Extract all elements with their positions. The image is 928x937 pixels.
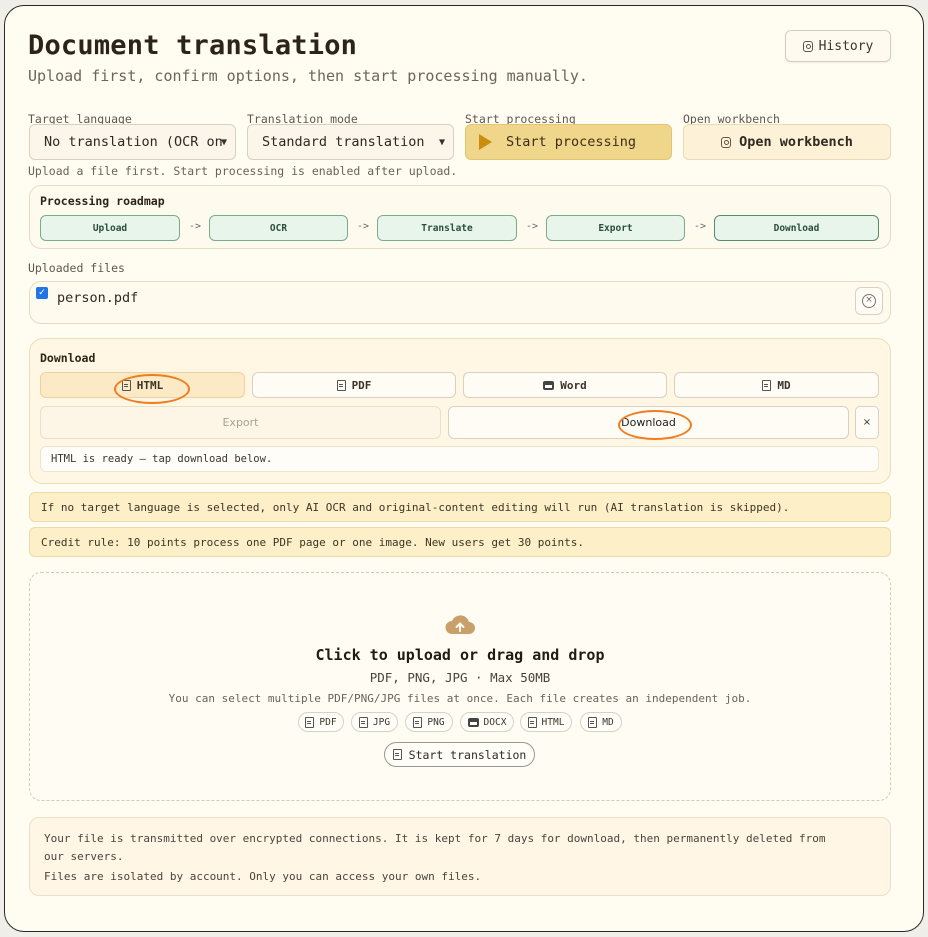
file-row	[29, 281, 891, 324]
roadmap-arrow: ->	[189, 221, 202, 232]
pdf-icon	[305, 716, 315, 728]
file-name: person.pdf	[57, 290, 139, 306]
format-word-button[interactable]: Word	[463, 372, 667, 398]
history-label: History	[818, 38, 874, 54]
uploaded-files-label: Uploaded files	[28, 261, 125, 275]
annotation-circle-download	[618, 410, 692, 440]
target-language-select[interactable]: No translation (OCR on ▼	[29, 124, 236, 160]
roadmap-arrow: ->	[357, 221, 370, 232]
remove-file-button[interactable]: ×	[855, 287, 883, 315]
md-file-icon	[762, 379, 772, 391]
dropzone-multi-hint: You can select multiple PDF/PNG/JPG file…	[168, 692, 752, 705]
workbench-icon	[721, 136, 732, 148]
chip-label: MD	[602, 716, 614, 728]
chip-html: HTML	[520, 712, 572, 732]
start-processing-button[interactable]: Start processing	[465, 124, 672, 160]
chevron-down-icon: ▼	[438, 137, 445, 148]
roadmap-step-ocr: OCR	[209, 215, 348, 241]
roadmap-arrow: ->	[526, 221, 539, 232]
history-button[interactable]: History	[785, 30, 891, 62]
chip-label: JPG	[372, 716, 391, 728]
target-language-value: No translation (OCR on	[44, 134, 223, 150]
start-translation-button[interactable]: Start translation	[384, 742, 535, 767]
privacy-text-isolation: Files are isolated by account. Only you …	[44, 870, 482, 883]
roadmap-step-translate: Translate	[377, 215, 517, 241]
upload-hint: Upload a file first. Start processing is…	[28, 164, 458, 178]
file-checkbox[interactable]: ✓	[36, 287, 48, 299]
roadmap-title: Processing roadmap	[40, 194, 165, 208]
chip-label: HTML	[541, 716, 565, 728]
open-workbench-button-label: Open workbench	[739, 134, 853, 150]
upload-cloud-icon	[445, 615, 475, 634]
chevron-down-icon: ▼	[220, 137, 227, 148]
close-download-button[interactable]: ×	[855, 406, 879, 439]
roadmap-step-upload: Upload	[40, 215, 180, 241]
chip-label: PDF	[319, 716, 337, 728]
printer-icon	[543, 380, 555, 390]
format-word-label: Word	[560, 378, 587, 392]
close-circle-icon: ×	[862, 294, 876, 308]
format-md-button[interactable]: MD	[674, 372, 879, 398]
chip-pdf: PDF	[298, 712, 344, 732]
document-icon	[392, 749, 402, 760]
chip-docx: DOCX	[460, 712, 514, 732]
download-title: Download	[40, 351, 96, 365]
format-pdf-button[interactable]: PDF	[252, 372, 456, 398]
image-icon	[413, 716, 423, 728]
chip-md: MD	[580, 712, 622, 732]
printer-icon	[467, 717, 479, 727]
history-icon	[802, 40, 813, 52]
dropzone-title: Click to upload or drag and drop	[315, 646, 605, 664]
translation-mode-select[interactable]: Standard translation ▼	[247, 124, 454, 160]
export-button[interactable]: Export	[40, 406, 441, 439]
dropzone-formats: PDF, PNG, JPG · Max 50MB	[369, 670, 551, 685]
roadmap-step-download: Download	[714, 215, 879, 241]
note-no-target-language: If no target language is selected, only …	[29, 492, 891, 522]
chip-png: PNG	[405, 712, 453, 732]
translation-mode-value: Standard translation	[262, 134, 425, 150]
play-icon	[479, 134, 492, 150]
start-translation-label: Start translation	[408, 747, 527, 762]
annotation-circle-html	[114, 374, 190, 404]
page-subtitle: Upload first, confirm options, then star…	[28, 67, 588, 85]
chip-jpg: JPG	[351, 712, 398, 732]
image-icon	[358, 716, 368, 728]
format-md-label: MD	[777, 378, 791, 392]
chip-label: DOCX	[483, 716, 507, 728]
format-pdf-label: PDF	[351, 378, 372, 392]
download-status: HTML is ready — tap download below.	[40, 446, 879, 472]
chip-label: PNG	[427, 716, 445, 728]
pdf-file-icon	[336, 379, 346, 391]
open-workbench-button[interactable]: Open workbench	[683, 124, 891, 160]
start-processing-button-label: Start processing	[506, 134, 637, 150]
roadmap-step-export: Export	[546, 215, 685, 241]
privacy-text-encryption: Your file is transmitted over encrypted …	[44, 832, 826, 863]
note-credit-rule: Credit rule: 10 points process one PDF p…	[29, 527, 891, 557]
html-file-icon	[527, 716, 537, 728]
md-file-icon	[588, 716, 598, 728]
roadmap-arrow: ->	[694, 221, 707, 232]
page-title: Document translation	[28, 30, 358, 61]
